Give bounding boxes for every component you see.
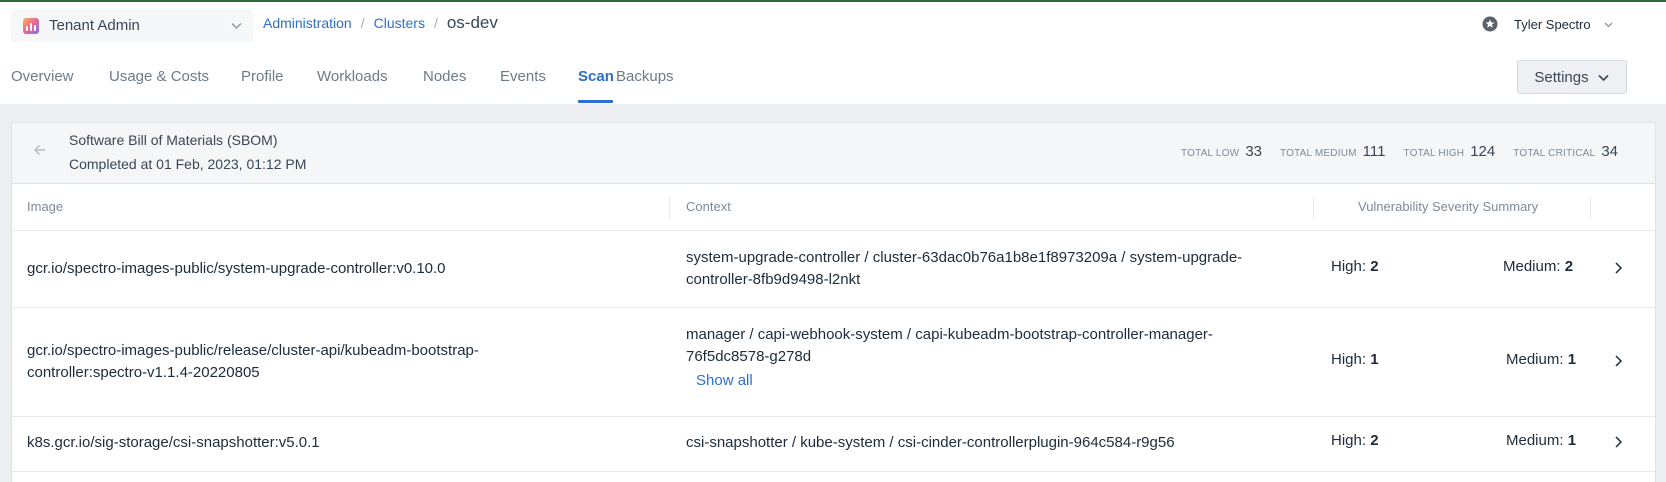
severity-medium-count: 1: [1567, 432, 1577, 449]
user-name: Tyler Spectro: [1514, 16, 1591, 32]
column-header-image: Image: [27, 199, 64, 214]
severity-medium-count: 2: [1564, 258, 1574, 275]
breadcrumb-administration[interactable]: Administration: [263, 15, 352, 31]
breadcrumb: Administration / Clusters / os-dev: [263, 13, 498, 33]
table-header: Image Context Vulnerability Severity Sum…: [12, 184, 1655, 231]
settings-button-label: Settings: [1534, 68, 1589, 86]
tab-profile[interactable]: Profile: [241, 68, 284, 85]
total-critical: TOTAL CRITICAL 34: [1513, 143, 1618, 160]
table-row[interactable]: k8s.gcr.io/sig-storage/csi-snapshotter:v…: [12, 417, 1655, 472]
severity-medium-label: Medium:: [1506, 351, 1564, 368]
column-divider: [1590, 197, 1591, 219]
severity-high: High: 1: [1331, 351, 1379, 368]
chevron-down-icon: [1598, 74, 1609, 81]
total-critical-label: TOTAL CRITICAL: [1513, 148, 1596, 159]
severity-medium-count: 1: [1567, 351, 1577, 368]
table-row[interactable]: gcr.io/spectro-images-public/system-upgr…: [12, 231, 1655, 308]
severity-medium: Medium: 1: [1506, 351, 1576, 368]
severity-high: High: 2: [1331, 432, 1379, 449]
severity-high-count: 1: [1370, 351, 1379, 368]
total-high-label: TOTAL HIGH: [1403, 148, 1465, 159]
chevron-right-icon[interactable]: [1611, 261, 1625, 275]
severity-high-label: High:: [1331, 258, 1367, 275]
user-star-icon: [1482, 16, 1498, 32]
severity-high-label: High:: [1331, 432, 1367, 449]
chevron-down-icon: [231, 23, 242, 29]
total-low-label: TOTAL LOW: [1181, 148, 1240, 159]
severity-totals: TOTAL LOW 33 TOTAL MEDIUM 111 TOTAL HIGH…: [1163, 143, 1618, 160]
arrow-left-icon[interactable]: [32, 142, 48, 158]
sbom-summary: Software Bill of Materials (SBOM) Comple…: [12, 123, 1655, 184]
tab-backups[interactable]: Backups: [616, 68, 674, 85]
sbom-title: Software Bill of Materials (SBOM): [69, 132, 278, 148]
severity-medium-label: Medium:: [1503, 258, 1561, 275]
total-low-value: 33: [1245, 143, 1262, 160]
tab-nodes[interactable]: Nodes: [423, 68, 466, 85]
tab-workloads[interactable]: Workloads: [317, 68, 388, 85]
tenant-selector[interactable]: Tenant Admin: [11, 9, 253, 42]
column-header-context: Context: [686, 199, 731, 214]
tab-scan[interactable]: Scan: [578, 68, 614, 85]
sbom-completed-at: Completed at 01 Feb, 2023, 01:12 PM: [69, 156, 307, 172]
total-high: TOTAL HIGH 124: [1403, 143, 1495, 160]
severity-high-count: 2: [1370, 258, 1379, 275]
tenant-label: Tenant Admin: [49, 17, 140, 34]
total-medium-value: 111: [1362, 143, 1386, 160]
row-image: gcr.io/spectro-images-public/release/clu…: [27, 342, 479, 381]
column-divider: [669, 197, 670, 219]
settings-button[interactable]: Settings: [1517, 60, 1627, 94]
total-critical-value: 34: [1601, 143, 1618, 160]
active-tab-indicator: [578, 100, 613, 103]
total-medium: TOTAL MEDIUM 111: [1280, 143, 1385, 160]
page-title: os-dev: [446, 13, 498, 32]
severity-high-label: High:: [1331, 351, 1367, 368]
column-header-severity: Vulnerability Severity Summary: [1358, 199, 1539, 214]
sbom-card: Software Bill of Materials (SBOM) Comple…: [11, 122, 1656, 482]
severity-high: High: 2: [1331, 258, 1379, 275]
severity-medium: Medium: 2: [1503, 258, 1573, 275]
row-context: manager / capi-webhook-system / capi-kub…: [686, 326, 1213, 365]
breadcrumb-separator: /: [433, 15, 438, 31]
total-medium-label: TOTAL MEDIUM: [1280, 148, 1357, 159]
tab-overview[interactable]: Overview: [11, 68, 74, 85]
total-low: TOTAL LOW 33: [1181, 143, 1262, 160]
column-divider: [1313, 197, 1314, 219]
table-row[interactable]: gcr.io/spectro-images-public/release/clu…: [12, 308, 1655, 417]
row-image: gcr.io/spectro-images-public/system-upgr…: [27, 260, 446, 277]
breadcrumb-clusters[interactable]: Clusters: [374, 15, 425, 31]
severity-medium-label: Medium:: [1506, 432, 1564, 449]
tab-usage-costs[interactable]: Usage & Costs: [109, 68, 209, 85]
breadcrumb-separator: /: [360, 15, 365, 31]
user-menu[interactable]: Tyler Spectro: [1482, 16, 1614, 32]
severity-high-count: 2: [1370, 432, 1379, 449]
row-context: system-upgrade-controller / cluster-63da…: [686, 249, 1243, 288]
row-context: csi-snapshotter / kube-system / csi-cind…: [686, 434, 1175, 451]
tab-events[interactable]: Events: [500, 68, 546, 85]
chevron-right-icon[interactable]: [1611, 354, 1625, 368]
show-all-link[interactable]: Show all: [696, 372, 753, 389]
row-image: k8s.gcr.io/sig-storage/csi-snapshotter:v…: [27, 434, 320, 451]
total-high-value: 124: [1470, 143, 1496, 160]
tenant-logo-icon: [23, 17, 39, 34]
chevron-down-icon: [1604, 22, 1613, 27]
page-header: Tenant Admin Administration / Clusters /…: [0, 2, 1666, 104]
chevron-right-icon[interactable]: [1611, 435, 1625, 449]
severity-medium: Medium: 1: [1506, 432, 1576, 449]
